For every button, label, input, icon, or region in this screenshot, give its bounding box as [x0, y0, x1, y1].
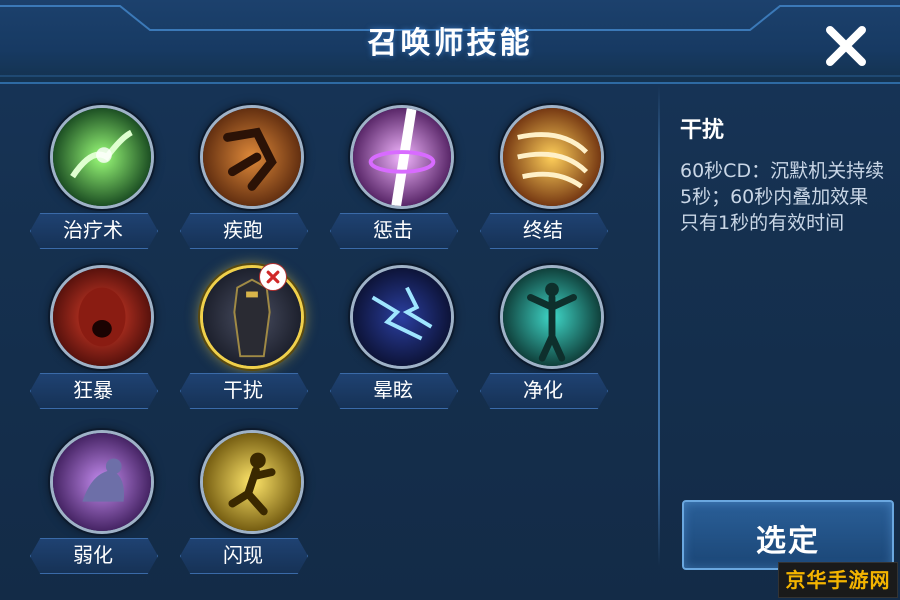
- skill-purify[interactable]: 净化: [480, 260, 620, 410]
- skill-disrupt[interactable]: 干扰: [180, 260, 320, 410]
- skill-label: 闪现: [223, 543, 263, 567]
- skill-label: 疾跑: [223, 218, 263, 242]
- skill-weaken[interactable]: 弱化: [30, 425, 170, 575]
- confirm-select-label: 选定: [756, 524, 820, 559]
- skill-execute[interactable]: 终结: [480, 100, 620, 250]
- title-bar: 召唤师技能: [0, 0, 900, 84]
- skill-label: 晕眩: [373, 378, 413, 402]
- panel-divider: [658, 86, 660, 566]
- skill-label: 终结: [523, 218, 563, 242]
- skill-smite[interactable]: 惩击: [330, 100, 470, 250]
- skill-stun[interactable]: 晕眩: [330, 260, 470, 410]
- watermark: 京华手游网: [778, 562, 898, 598]
- disrupt-icon: [200, 265, 304, 369]
- confirm-select-button[interactable]: 选定: [682, 500, 894, 570]
- skill-grid: 治疗术 疾跑 惩击 终结 狂暴 干扰 晕眩 净化 弱化 闪现: [0, 95, 665, 600]
- close-button[interactable]: [822, 22, 870, 70]
- heal-icon: [50, 105, 154, 209]
- rage-icon: [50, 265, 154, 369]
- sprint-icon: [200, 105, 304, 209]
- forbidden-icon: [259, 263, 287, 291]
- flash-icon: [200, 430, 304, 534]
- skill-flash[interactable]: 闪现: [180, 425, 320, 575]
- skill-select-window: 召唤师技能 治疗术 疾跑 惩击 终结 狂暴 干扰 晕眩 净化 弱化 闪现 干扰 …: [0, 0, 900, 600]
- skill-label: 弱化: [73, 543, 113, 567]
- selected-skill-description: 60秒CD：沉默机关持续5秒；60秒内叠加效果只有1秒的有效时间: [680, 160, 885, 234]
- close-icon: [826, 26, 866, 66]
- skill-label: 净化: [523, 378, 563, 402]
- skill-label: 惩击: [373, 218, 413, 242]
- skill-label: 治疗术: [63, 218, 123, 242]
- skill-label: 干扰: [223, 378, 263, 402]
- page-title: 召唤师技能: [367, 26, 533, 61]
- skill-heal[interactable]: 治疗术: [30, 100, 170, 250]
- execute-icon: [500, 105, 604, 209]
- smite-icon: [350, 105, 454, 209]
- skill-label: 狂暴: [73, 378, 113, 402]
- stun-icon: [350, 265, 454, 369]
- skill-rage[interactable]: 狂暴: [30, 260, 170, 410]
- weaken-icon: [50, 430, 154, 534]
- selected-skill-name: 干扰: [680, 118, 725, 143]
- purify-icon: [500, 265, 604, 369]
- skill-sprint[interactable]: 疾跑: [180, 100, 320, 250]
